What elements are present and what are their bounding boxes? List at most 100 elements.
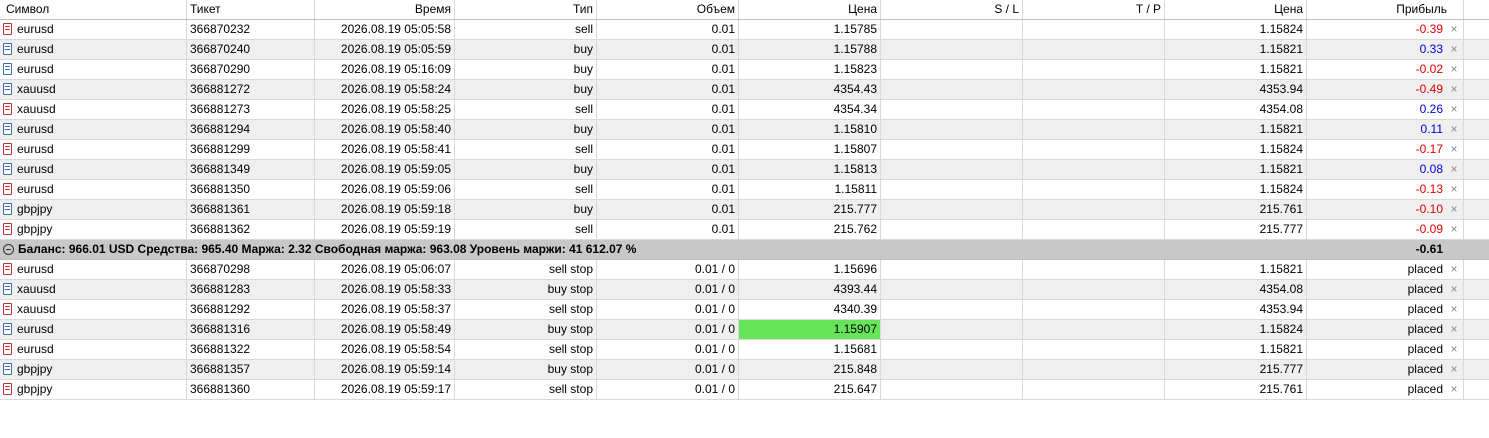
header-volume[interactable]: Объем [597, 0, 739, 19]
ticket-cell: 366881299 [187, 140, 315, 159]
status-cell: placed × [1307, 320, 1464, 339]
sl-cell[interactable] [881, 220, 1023, 239]
current-price-cell: 4353.94 [1165, 300, 1307, 319]
tp-cell[interactable] [1023, 300, 1165, 319]
position-row[interactable]: eurusd 366881350 2026.08.19 05:59:06 sell 0.… [0, 180, 1489, 200]
status-value: placed [1407, 362, 1443, 376]
order-row[interactable]: gbpjpy 366881360 2026.08.19 05:59:17 sell s… [0, 380, 1489, 400]
position-row[interactable]: eurusd 366870232 2026.08.19 05:05:58 sell 0.… [0, 20, 1489, 40]
collapse-icon[interactable] [3, 244, 14, 255]
ticket-cell: 366870240 [187, 40, 315, 59]
header-ticket[interactable]: Тикет [187, 0, 315, 19]
tp-cell[interactable] [1023, 260, 1165, 279]
header-time[interactable]: Время [315, 0, 455, 19]
sl-cell[interactable] [881, 360, 1023, 379]
order-row[interactable]: eurusd 366881322 2026.08.19 05:58:54 sell s… [0, 340, 1489, 360]
account-summary: Баланс: 966.01 USD Средства: 965.40 Марж… [3, 240, 636, 259]
sl-cell[interactable] [881, 200, 1023, 219]
symbol-text: eurusd [17, 262, 54, 276]
tp-cell[interactable] [1023, 60, 1165, 79]
close-icon[interactable]: × [1449, 320, 1459, 339]
sl-cell[interactable] [881, 40, 1023, 59]
tp-cell[interactable] [1023, 20, 1165, 39]
current-price-cell: 4353.94 [1165, 80, 1307, 99]
position-row[interactable]: gbpjpy 366881362 2026.08.19 05:59:19 sell 0.… [0, 220, 1489, 240]
order-row[interactable]: eurusd 366881316 2026.08.19 05:58:49 buy st… [0, 320, 1489, 340]
tp-cell[interactable] [1023, 80, 1165, 99]
sell-doc-icon [3, 303, 12, 315]
close-icon[interactable]: × [1449, 380, 1459, 399]
sl-cell[interactable] [881, 320, 1023, 339]
type-cell: sell [455, 220, 597, 239]
close-icon[interactable]: × [1449, 120, 1459, 139]
price-cell: 1.15807 [739, 140, 881, 159]
sl-cell[interactable] [881, 280, 1023, 299]
current-price-cell: 1.15821 [1165, 60, 1307, 79]
close-icon[interactable]: × [1449, 280, 1459, 299]
tp-cell[interactable] [1023, 320, 1165, 339]
account-summary-row[interactable]: Баланс: 966.01 USD Средства: 965.40 Марж… [0, 240, 1489, 260]
sl-cell[interactable] [881, 260, 1023, 279]
tp-cell[interactable] [1023, 120, 1165, 139]
header-profit[interactable]: Прибыль [1307, 0, 1464, 19]
order-row[interactable]: gbpjpy 366881357 2026.08.19 05:59:14 buy st… [0, 360, 1489, 380]
order-row[interactable]: xauusd 366881292 2026.08.19 05:58:37 sell s… [0, 300, 1489, 320]
close-icon[interactable]: × [1449, 180, 1459, 199]
close-icon[interactable]: × [1449, 300, 1459, 319]
close-icon[interactable]: × [1449, 80, 1459, 99]
header-symbol[interactable]: Символ [0, 0, 187, 19]
position-row[interactable]: eurusd 366870290 2026.08.19 05:16:09 buy 0.0… [0, 60, 1489, 80]
sl-cell[interactable] [881, 100, 1023, 119]
sl-cell[interactable] [881, 120, 1023, 139]
order-row[interactable]: xauusd 366881283 2026.08.19 05:58:33 buy st… [0, 280, 1489, 300]
sl-cell[interactable] [881, 340, 1023, 359]
sl-cell[interactable] [881, 20, 1023, 39]
close-icon[interactable]: × [1449, 20, 1459, 39]
tp-cell[interactable] [1023, 280, 1165, 299]
header-current-price[interactable]: Цена [1165, 0, 1307, 19]
sl-cell[interactable] [881, 160, 1023, 179]
sl-cell[interactable] [881, 380, 1023, 399]
sl-cell[interactable] [881, 180, 1023, 199]
close-icon[interactable]: × [1449, 100, 1459, 119]
position-row[interactable]: xauusd 366881272 2026.08.19 05:58:24 buy 0.0… [0, 80, 1489, 100]
header-type[interactable]: Тип [455, 0, 597, 19]
position-row[interactable]: gbpjpy 366881361 2026.08.19 05:59:18 buy 0.0… [0, 200, 1489, 220]
close-icon[interactable]: × [1449, 220, 1459, 239]
sl-cell[interactable] [881, 300, 1023, 319]
sl-cell[interactable] [881, 80, 1023, 99]
tp-cell[interactable] [1023, 380, 1165, 399]
tp-cell[interactable] [1023, 200, 1165, 219]
tp-cell[interactable] [1023, 140, 1165, 159]
close-icon[interactable]: × [1449, 200, 1459, 219]
position-row[interactable]: eurusd 366881349 2026.08.19 05:59:05 buy 0.0… [0, 160, 1489, 180]
order-row[interactable]: eurusd 366870298 2026.08.19 05:06:07 sell s… [0, 260, 1489, 280]
position-row[interactable]: eurusd 366881294 2026.08.19 05:58:40 buy 0.0… [0, 120, 1489, 140]
symbol-text: gbpjpy [17, 382, 53, 396]
close-icon[interactable]: × [1449, 60, 1459, 79]
close-icon[interactable]: × [1449, 140, 1459, 159]
close-icon[interactable]: × [1449, 360, 1459, 379]
tp-cell[interactable] [1023, 40, 1165, 59]
header-tp[interactable]: T / P [1023, 0, 1165, 19]
close-icon[interactable]: × [1449, 340, 1459, 359]
close-icon[interactable]: × [1449, 40, 1459, 59]
header-price[interactable]: Цена [739, 0, 881, 19]
tp-cell[interactable] [1023, 180, 1165, 199]
close-icon[interactable]: × [1449, 260, 1459, 279]
position-row[interactable]: eurusd 366881299 2026.08.19 05:58:41 sell 0.… [0, 140, 1489, 160]
position-row[interactable]: eurusd 366870240 2026.08.19 05:05:59 buy 0.0… [0, 40, 1489, 60]
close-icon[interactable]: × [1449, 160, 1459, 179]
ticket-cell: 366881273 [187, 100, 315, 119]
sl-cell[interactable] [881, 60, 1023, 79]
header-sl[interactable]: S / L [881, 0, 1023, 19]
tp-cell[interactable] [1023, 340, 1165, 359]
position-row[interactable]: xauusd 366881273 2026.08.19 05:58:25 sell 0.… [0, 100, 1489, 120]
tp-cell[interactable] [1023, 160, 1165, 179]
tp-cell[interactable] [1023, 100, 1165, 119]
tp-cell[interactable] [1023, 360, 1165, 379]
profit-value: 0.26 [1419, 102, 1443, 116]
sl-cell[interactable] [881, 140, 1023, 159]
tp-cell[interactable] [1023, 220, 1165, 239]
time-cell: 2026.08.19 05:58:33 [315, 280, 455, 299]
